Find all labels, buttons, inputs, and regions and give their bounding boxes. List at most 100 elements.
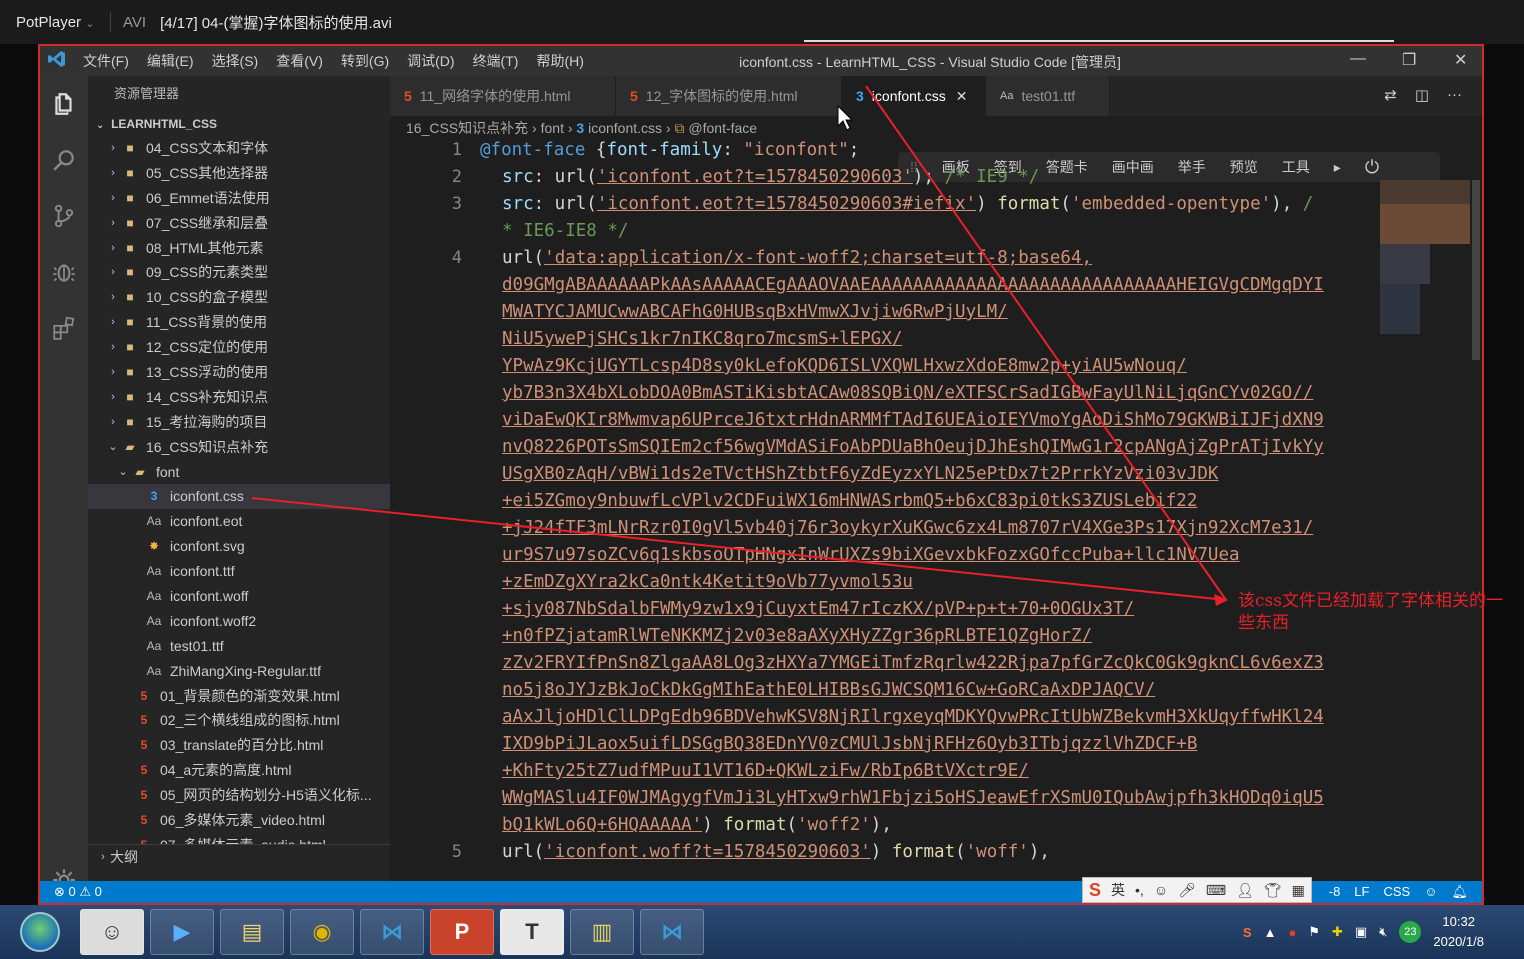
taskbar-typora-icon[interactable]: T bbox=[500, 909, 564, 955]
security-plus-icon[interactable]: ✚ bbox=[1332, 924, 1343, 940]
tree-folder[interactable]: › ■ 13_CSS浮动的使用 bbox=[88, 360, 390, 385]
tab-12[interactable]: 5 12_字体图标的使用.html bbox=[616, 76, 842, 116]
feedback-smiley-icon[interactable]: ☺ bbox=[1424, 884, 1437, 900]
tree-folder-open[interactable]: ⌄ ▰ 16_CSS知识点补充 bbox=[88, 435, 390, 460]
start-button[interactable] bbox=[0, 907, 80, 957]
close-icon[interactable]: ✕ bbox=[956, 88, 968, 105]
tree-folder[interactable]: › ■ 11_CSS背景的使用 bbox=[88, 310, 390, 335]
tab-test01[interactable]: Aa test01.ttf bbox=[986, 76, 1110, 116]
tree-folder[interactable]: › ■ 14_CSS补充知识点 bbox=[88, 385, 390, 410]
scrollbar-thumb[interactable] bbox=[1472, 180, 1480, 360]
taskbar-chrome-icon[interactable]: ◉ bbox=[290, 909, 354, 955]
menu-debug[interactable]: 调试(D) bbox=[398, 51, 463, 71]
restore-icon[interactable]: ❐ bbox=[1402, 50, 1416, 70]
tree-folder[interactable]: › ■ 15_考拉海购的项目 bbox=[88, 410, 390, 435]
taskbar-avatar-app[interactable]: ☺ bbox=[80, 909, 144, 955]
ime-mode[interactable]: 英 bbox=[1111, 880, 1125, 900]
taskbar-file-explorer-icon[interactable]: ▤ bbox=[220, 909, 284, 955]
keyboard-icon[interactable]: ⌨ bbox=[1206, 882, 1226, 899]
tray-expand-icon[interactable]: ▲ bbox=[1264, 925, 1277, 940]
minimap[interactable] bbox=[1380, 180, 1470, 350]
explorer-icon[interactable] bbox=[40, 80, 88, 128]
taskbar-vscode2-icon[interactable]: ⋈ bbox=[640, 909, 704, 955]
tree-folder[interactable]: › ■ 12_CSS定位的使用 bbox=[88, 335, 390, 360]
taskbar-video-app-icon[interactable]: ▶ bbox=[150, 909, 214, 955]
tree-file[interactable]: 5 04_a元素的高度.html bbox=[88, 758, 390, 783]
tree-file-iconfont-css[interactable]: 3 iconfont.css bbox=[88, 484, 390, 510]
punctuation-icon[interactable]: •, bbox=[1135, 882, 1144, 898]
status-eol[interactable]: LF bbox=[1354, 884, 1369, 900]
menu-file[interactable]: 文件(F) bbox=[74, 51, 138, 71]
tree-file[interactable]: Aa test01.ttf bbox=[88, 634, 390, 659]
search-icon[interactable] bbox=[40, 136, 88, 184]
breadcrumb-subfolder[interactable]: font bbox=[541, 120, 564, 136]
chevron-right-icon: › bbox=[567, 120, 573, 136]
notification-badge[interactable]: 23 bbox=[1399, 921, 1422, 943]
taskbar-notepad-icon[interactable]: ▥ bbox=[570, 909, 634, 955]
tree-subfolder-font[interactable]: ⌄ ▰ font bbox=[88, 460, 390, 485]
record-icon[interactable]: ● bbox=[1288, 925, 1296, 940]
tree-folder[interactable]: › ■ 08_HTML其他元素 bbox=[88, 236, 390, 261]
status-encoding[interactable]: -8 bbox=[1329, 884, 1341, 900]
status-language[interactable]: CSS bbox=[1383, 884, 1410, 900]
sogou-tray-icon[interactable]: S bbox=[1243, 925, 1252, 940]
tab-11[interactable]: 5 11_网络字体的使用.html bbox=[390, 76, 616, 116]
menu-help[interactable]: 帮助(H) bbox=[527, 51, 592, 71]
taskbar-vscode-icon[interactable]: ⋈ bbox=[360, 909, 424, 955]
breadcrumb-file[interactable]: iconfont.css bbox=[588, 120, 662, 136]
network-icon[interactable]: ▣ bbox=[1355, 924, 1367, 940]
tree-file[interactable]: ✸ iconfont.svg bbox=[88, 534, 390, 559]
clock[interactable]: 10:32 2020/1/8 bbox=[1433, 912, 1484, 952]
tree-folder[interactable]: › ■ 07_CSS继承和层叠 bbox=[88, 211, 390, 236]
tree-folder[interactable]: › ■ 05_CSS其他选择器 bbox=[88, 161, 390, 186]
menu-terminal[interactable]: 终端(T) bbox=[464, 51, 528, 71]
tree-file[interactable]: 5 02_三个横线组成的图标.html bbox=[88, 708, 390, 733]
grid-menu-icon[interactable]: ▦ bbox=[1292, 882, 1305, 899]
debug-icon[interactable] bbox=[40, 248, 88, 296]
more-actions-icon[interactable]: ··· bbox=[1447, 86, 1462, 104]
workspace-section[interactable]: ⌄ LEARNHTML_CSS bbox=[88, 112, 390, 136]
tree-file[interactable]: Aa iconfont.woff bbox=[88, 584, 390, 609]
outline-section[interactable]: › 大纲 bbox=[88, 844, 390, 869]
tree-file[interactable]: Aa iconfont.woff2 bbox=[88, 609, 390, 634]
player-menu-button[interactable]: PotPlayer ⌄ bbox=[0, 14, 110, 31]
split-editor-icon[interactable]: ◫ bbox=[1415, 86, 1429, 104]
close-window-icon[interactable]: ✕ bbox=[1454, 50, 1467, 70]
compare-changes-icon[interactable]: ⇄ bbox=[1384, 86, 1397, 104]
skin-icon[interactable]: 👕︎ bbox=[1264, 882, 1282, 899]
html5-icon: 5 bbox=[140, 813, 148, 828]
volume-muted-icon[interactable]: 🔇︎ bbox=[1379, 924, 1387, 940]
tree-file[interactable]: 5 01_背景颜色的渐变效果.html bbox=[88, 684, 390, 709]
tree-folder[interactable]: › ■ 04_CSS文本和字体 bbox=[88, 136, 390, 161]
tree-folder[interactable]: › ■ 09_CSS的元素类型 bbox=[88, 260, 390, 285]
taskbar-powerpoint-icon[interactable]: P bbox=[430, 909, 494, 955]
microphone-icon[interactable]: 🎤︎ bbox=[1178, 882, 1196, 899]
tree-file[interactable]: 5 05_网页的结构划分-H5语义化标... bbox=[88, 783, 390, 808]
user-icon[interactable]: 👤︎ bbox=[1236, 882, 1254, 899]
tree-folder[interactable]: › ■ 06_Emmet语法使用 bbox=[88, 186, 390, 211]
menu-edit[interactable]: 编辑(E) bbox=[138, 51, 203, 71]
source-control-icon[interactable] bbox=[40, 192, 88, 240]
breadcrumb-folder[interactable]: 16_CSS知识点补充 bbox=[406, 120, 528, 136]
tree-file[interactable]: 5 03_translate的百分比.html bbox=[88, 733, 390, 758]
tab-iconfont-css[interactable]: 3 iconfont.css ✕ bbox=[842, 76, 986, 116]
tree-file[interactable]: Aa iconfont.eot bbox=[88, 509, 390, 534]
menu-go[interactable]: 转到(G) bbox=[332, 51, 398, 71]
tree-file[interactable]: 5 06_多媒体元素_video.html bbox=[88, 808, 390, 833]
menu-view[interactable]: 查看(V) bbox=[267, 51, 332, 71]
code-view[interactable]: 1 @font-face {font-family: "iconfont"; 2… bbox=[390, 140, 1372, 881]
chevron-down-icon: ⌄ bbox=[96, 120, 105, 131]
css3-icon: 3 bbox=[150, 489, 158, 504]
breadcrumb-symbol[interactable]: @font-face bbox=[688, 120, 757, 136]
problems-indicator[interactable]: ⊗ 0 ⚠ 0 bbox=[40, 884, 102, 900]
emoji-icon[interactable]: ☺ bbox=[1154, 882, 1168, 898]
flag-icon[interactable]: ⚑ bbox=[1308, 924, 1320, 940]
menu-selection[interactable]: 选择(S) bbox=[203, 51, 268, 71]
tab-label: 11_网络字体的使用.html bbox=[419, 88, 571, 104]
extensions-icon[interactable] bbox=[40, 304, 88, 352]
minimize-icon[interactable]: — bbox=[1350, 50, 1366, 68]
tree-file[interactable]: Aa iconfont.ttf bbox=[88, 559, 390, 584]
tree-folder[interactable]: › ■ 10_CSS的盒子模型 bbox=[88, 285, 390, 310]
notifications-bell-icon[interactable]: 🔔︎ bbox=[1451, 884, 1468, 900]
tree-file[interactable]: Aa ZhiMangXing-Regular.ttf bbox=[88, 659, 390, 684]
